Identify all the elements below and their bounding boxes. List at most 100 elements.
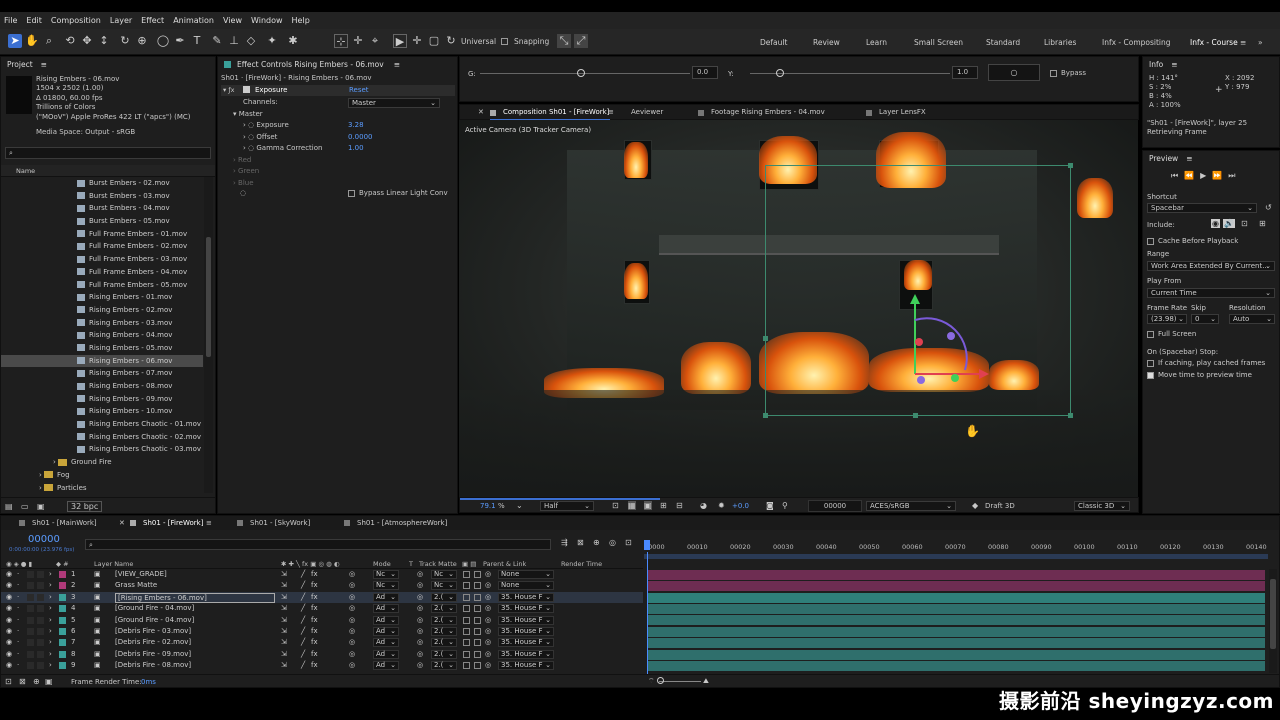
full-screen-row[interactable]: Full Screen <box>1147 330 1196 338</box>
project-item[interactable]: Rising Embers - 07.mov <box>1 367 203 380</box>
effect-row-exposure[interactable]: ▾ ƒx Exposure Reset <box>221 85 455 96</box>
quality-switch-icon[interactable]: ╱ <box>301 569 305 580</box>
frame-blending-icon[interactable]: ◎ <box>609 538 616 547</box>
project-item[interactable]: Rising Embers - 09.mov <box>1 393 203 406</box>
project-item[interactable]: Burst Embers - 02.mov <box>1 177 203 190</box>
type-tool-icon[interactable]: T <box>190 34 204 48</box>
bounds-handle[interactable] <box>913 413 918 418</box>
project-item[interactable]: Burst Embers - 05.mov <box>1 215 203 228</box>
menu-item-view[interactable]: View <box>223 16 242 25</box>
tab-mainwork[interactable]: Sh01 - [MainWork] <box>32 519 97 527</box>
project-scrollbar[interactable] <box>204 177 213 493</box>
world-axis-icon[interactable]: ✛ <box>351 34 365 48</box>
col-mode[interactable]: Mode <box>373 560 391 568</box>
composition-viewer[interactable]: Active Camera (3D Tracker Camera) ✋ <box>459 120 1138 497</box>
roto-tool-icon[interactable]: ✦ <box>265 34 279 48</box>
audio-icon[interactable]: · <box>17 637 19 648</box>
effects-switch-icon[interactable]: fx <box>311 592 318 603</box>
mask-visibility-icon[interactable]: ▣ <box>644 501 652 510</box>
project-item[interactable]: Rising Embers Chaotic - 02.mov <box>1 431 203 444</box>
audio-icon[interactable]: · <box>17 626 19 637</box>
workspace-review[interactable]: Review <box>813 38 840 47</box>
col-t[interactable]: T <box>409 560 413 568</box>
puppet-tool-icon[interactable]: ✱ <box>286 34 300 48</box>
project-item[interactable]: Rising Embers Chaotic - 03.mov <box>1 443 203 456</box>
project-item[interactable]: Burst Embers - 04.mov <box>1 202 203 215</box>
quality-switch-icon[interactable]: ╱ <box>301 603 305 614</box>
lock-toggle[interactable] <box>37 616 44 624</box>
solo-toggle[interactable] <box>27 650 34 658</box>
lock-toggle[interactable] <box>37 605 44 613</box>
track-matte-dropdown[interactable]: 2.(⌄ <box>431 604 457 614</box>
3d-switch-icon[interactable]: ◎ <box>349 592 355 603</box>
guides-icon[interactable]: ⊞ <box>660 501 667 510</box>
panel-menu-icon[interactable]: ≡ <box>1186 154 1192 163</box>
layer-duration-bar[interactable] <box>648 649 1265 660</box>
project-item[interactable]: Rising Embers - 06.mov <box>1 354 203 368</box>
y-value-field[interactable]: 1.0 <box>952 66 978 79</box>
parent-dropdown[interactable]: None ⌄ <box>498 581 554 591</box>
layer-row[interactable]: ◉ · › 7 ▣ [Debris Fire - 02.mov] ⇲ ╱ fx ◎ Ad ⌄ ◎ 2.(⌄… <box>1 637 643 648</box>
matte-invert-toggle[interactable] <box>474 639 481 647</box>
label-color[interactable] <box>59 639 66 647</box>
col-layer-name[interactable]: Layer Name <box>94 560 133 568</box>
close-icon[interactable]: ✕ <box>478 108 484 116</box>
parent-dropdown[interactable]: 35. House F ⌄ <box>498 615 554 625</box>
workspace-infx-course[interactable]: Infx - Course <box>1190 38 1238 47</box>
layer-name[interactable]: [Ground Fire - 04.mov] <box>115 603 194 614</box>
panel-menu-icon[interactable]: ≡ <box>608 108 614 116</box>
bypass-linear-row[interactable]: Bypass Linear Light Conv <box>348 189 448 197</box>
tab-aeviewer[interactable]: Aeviewer <box>631 108 663 116</box>
matte-invert-toggle[interactable] <box>474 628 481 635</box>
param-row[interactable]: › ◌ Offset 0.0000 <box>243 133 453 144</box>
label-color[interactable] <box>59 593 66 601</box>
eye-icon[interactable]: ◉ <box>6 626 12 637</box>
resolution-preview-dropdown[interactable]: Auto ⌄ <box>1229 314 1275 324</box>
col-render-time[interactable]: Render Time <box>561 560 602 568</box>
cache-row[interactable]: Cache Before Playback <box>1147 237 1238 245</box>
3d-switch-icon[interactable]: ◎ <box>349 569 355 580</box>
layer-search-input[interactable]: ⌕ <box>85 539 551 550</box>
quality-switch-icon[interactable]: ╱ <box>301 649 305 660</box>
workspace-overflow-icon[interactable]: » <box>1258 38 1263 47</box>
reset-circle-icon[interactable]: ○ <box>988 64 1040 81</box>
move-time-row[interactable]: Move time to preview time <box>1147 371 1252 379</box>
lock-toggle[interactable] <box>37 593 44 601</box>
track-matte-dropdown[interactable]: Nc ⌄ <box>431 581 457 591</box>
local-axis-icon[interactable]: ⊹ <box>334 34 348 48</box>
layer-name[interactable]: [Rising Embers - 06.mov] <box>115 592 275 603</box>
lock-icon[interactable] <box>490 110 496 116</box>
parent-dropdown[interactable]: 35. House F ⌄ <box>498 638 554 648</box>
move-time-checkbox[interactable] <box>1147 371 1154 379</box>
label-color[interactable] <box>59 616 66 624</box>
transparency-grid-icon[interactable]: ▦ <box>628 501 636 510</box>
chevron-right-icon[interactable]: › <box>49 637 52 648</box>
eye-icon[interactable]: ◉ <box>6 569 12 580</box>
solo-toggle[interactable] <box>27 639 34 647</box>
layer-row[interactable]: ◉ · › 1 ▣ [VIEW_GRADE] ⇲ ╱ fx ◎ Nc ⌄ ◎ Nc ⌄ ◎ None ⌄ <box>1 569 643 580</box>
label-column-icon[interactable]: ◆ # <box>56 560 69 568</box>
resolution-dropdown[interactable]: Half ⌄ <box>540 501 594 511</box>
matte-alpha-toggle[interactable] <box>463 582 470 590</box>
chevron-right-icon[interactable]: › <box>49 569 52 580</box>
matte-alpha-toggle[interactable] <box>463 605 470 613</box>
workspace-libraries[interactable]: Libraries <box>1044 38 1076 47</box>
project-folder[interactable]: › Ground Fire <box>1 456 203 469</box>
project-item[interactable]: Rising Embers - 04.mov <box>1 329 203 342</box>
preserve-transparency-icon[interactable]: ◎ <box>417 580 423 591</box>
solo-toggle[interactable] <box>27 628 34 635</box>
matte-invert-toggle[interactable] <box>474 650 481 658</box>
collapse-icon[interactable]: ▾ ƒx <box>223 86 234 94</box>
solo-toggle[interactable] <box>27 605 34 613</box>
3d-switch-icon[interactable]: ◎ <box>349 603 355 614</box>
effects-switch-icon[interactable]: fx <box>311 580 318 591</box>
audio-icon[interactable]: · <box>17 615 19 626</box>
param-value[interactable]: 1.00 <box>348 144 364 152</box>
param-value[interactable]: 0.0000 <box>348 133 373 141</box>
timeline-timecode[interactable]: 00000 <box>28 534 60 545</box>
reset-link[interactable]: Reset <box>349 86 369 94</box>
preserve-transparency-icon[interactable]: ◎ <box>417 569 423 580</box>
track-matte-dropdown[interactable]: Nc ⌄ <box>431 570 457 579</box>
workspace-default[interactable]: Default <box>760 38 787 47</box>
item-name[interactable]: Rising Embers - 06.mov <box>36 75 191 84</box>
